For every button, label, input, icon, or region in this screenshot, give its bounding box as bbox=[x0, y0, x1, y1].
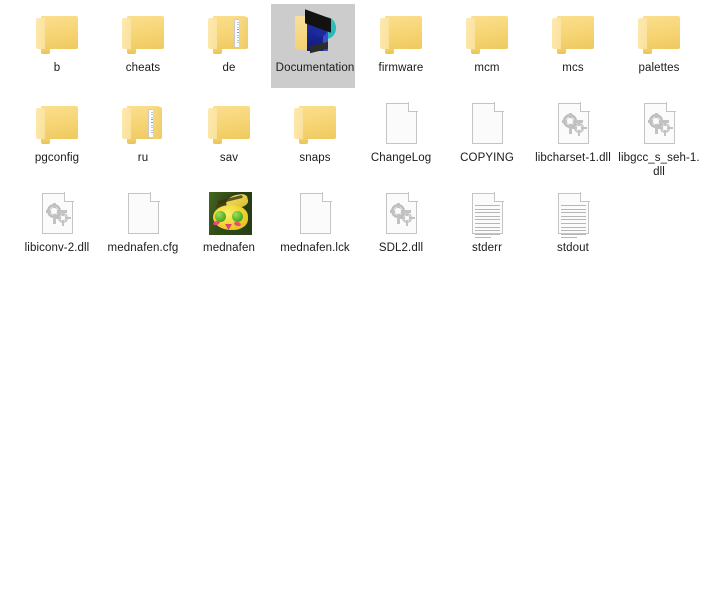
icon-container bbox=[205, 100, 253, 148]
dll-gears-icon bbox=[644, 102, 676, 144]
mednafen-bee-icon bbox=[209, 192, 252, 235]
file-label: libiconv-2.dll bbox=[24, 242, 90, 254]
file-item-copying[interactable]: COPYING bbox=[444, 100, 530, 166]
file-item-palettes[interactable]: palettes bbox=[616, 10, 702, 76]
icon-container bbox=[33, 10, 81, 58]
file-label: de bbox=[222, 62, 236, 74]
icon-container bbox=[205, 190, 253, 238]
dll-gears-icon bbox=[386, 192, 418, 234]
folder-icon bbox=[552, 16, 594, 54]
file-label: libgcc_s_seh-1.dll bbox=[618, 152, 700, 178]
file-item-mednafen-cfg[interactable]: mednafen.cfg bbox=[100, 190, 186, 256]
file-item-pgconfig[interactable]: pgconfig bbox=[14, 100, 100, 166]
icon-container bbox=[291, 9, 339, 58]
file-label: pgconfig bbox=[34, 152, 80, 164]
folder-icon bbox=[122, 16, 164, 54]
file-label: sav bbox=[219, 152, 239, 164]
file-item-firmware[interactable]: firmware bbox=[358, 10, 444, 76]
text-document-icon bbox=[558, 192, 590, 239]
icon-container bbox=[463, 100, 511, 148]
file-label: mcs bbox=[562, 62, 584, 74]
icon-container bbox=[33, 190, 81, 238]
file-item-de[interactable]: de bbox=[186, 10, 272, 76]
folder-with-document-icon bbox=[208, 16, 250, 54]
icon-container bbox=[291, 190, 339, 238]
blank-document-icon bbox=[128, 192, 160, 234]
text-document-icon bbox=[472, 192, 504, 239]
file-label: SDL2.dll bbox=[378, 242, 424, 254]
icon-container bbox=[549, 190, 597, 239]
file-grid[interactable]: b cheats de Documentation firmware mcm mcs pale… bbox=[0, 0, 710, 600]
file-item-libcharset-1-dll[interactable]: libcharset-1.dll bbox=[530, 100, 616, 166]
blank-document-icon bbox=[300, 192, 332, 234]
folder-icon bbox=[208, 106, 250, 144]
blank-document-icon bbox=[472, 102, 504, 144]
documentation-folder-icon bbox=[293, 9, 337, 54]
file-label: mednafen.lck bbox=[280, 242, 350, 254]
file-item-sav[interactable]: sav bbox=[186, 100, 272, 166]
file-label: stdout bbox=[557, 242, 589, 254]
file-label: ru bbox=[137, 152, 149, 164]
icon-container bbox=[549, 100, 597, 148]
file-item-libiconv-2-dll[interactable]: libiconv-2.dll bbox=[14, 190, 100, 256]
file-label: mednafen bbox=[203, 242, 255, 254]
file-label: mednafen.cfg bbox=[107, 242, 179, 254]
file-label: b bbox=[53, 62, 61, 74]
file-item-stdout[interactable]: stdout bbox=[530, 190, 616, 256]
file-label: Documentation bbox=[275, 62, 355, 74]
icon-container bbox=[635, 100, 683, 148]
icon-container bbox=[549, 10, 597, 58]
folder-with-document-icon bbox=[122, 106, 164, 144]
file-label: mcm bbox=[474, 62, 500, 74]
file-label: palettes bbox=[638, 62, 680, 74]
file-item-documentation[interactable]: Documentation bbox=[272, 9, 358, 76]
blank-document-icon bbox=[386, 102, 418, 144]
icon-container bbox=[119, 100, 167, 148]
file-item-mednafen[interactable]: mednafen bbox=[186, 190, 272, 256]
icon-container bbox=[377, 100, 425, 148]
file-item-mcm[interactable]: mcm bbox=[444, 10, 530, 76]
icon-container bbox=[291, 100, 339, 148]
file-item-libgcc-s-seh-1-dll[interactable]: libgcc_s_seh-1.dll bbox=[616, 100, 702, 179]
folder-icon bbox=[36, 106, 78, 144]
folder-icon bbox=[294, 106, 336, 144]
file-item-cheats[interactable]: cheats bbox=[100, 10, 186, 76]
icon-container bbox=[205, 10, 253, 58]
icon-container bbox=[377, 10, 425, 58]
file-item-mednafen-lck[interactable]: mednafen.lck bbox=[272, 190, 358, 256]
dll-gears-icon bbox=[558, 102, 590, 144]
icon-container bbox=[463, 190, 511, 239]
file-item-ru[interactable]: ru bbox=[100, 100, 186, 166]
file-label: stderr bbox=[472, 242, 502, 254]
file-label: firmware bbox=[378, 62, 424, 74]
icon-container bbox=[377, 190, 425, 238]
file-item-changelog[interactable]: ChangeLog bbox=[358, 100, 444, 166]
folder-icon bbox=[36, 16, 78, 54]
folder-icon bbox=[466, 16, 508, 54]
file-label: ChangeLog bbox=[370, 152, 432, 164]
icon-container bbox=[463, 10, 511, 58]
folder-icon bbox=[638, 16, 680, 54]
folder-icon bbox=[380, 16, 422, 54]
file-label: snaps bbox=[299, 152, 331, 164]
file-label: COPYING bbox=[460, 152, 514, 164]
dll-gears-icon bbox=[42, 192, 74, 234]
icon-container bbox=[33, 100, 81, 148]
file-label: cheats bbox=[125, 62, 161, 74]
icon-container bbox=[119, 190, 167, 238]
file-item-snaps[interactable]: snaps bbox=[272, 100, 358, 166]
file-item-sdl2-dll[interactable]: SDL2.dll bbox=[358, 190, 444, 256]
icon-container bbox=[119, 10, 167, 58]
file-item-mcs[interactable]: mcs bbox=[530, 10, 616, 76]
file-item-b[interactable]: b bbox=[14, 10, 100, 76]
icon-container bbox=[635, 10, 683, 58]
file-label: libcharset-1.dll bbox=[535, 152, 611, 164]
file-item-stderr[interactable]: stderr bbox=[444, 190, 530, 256]
